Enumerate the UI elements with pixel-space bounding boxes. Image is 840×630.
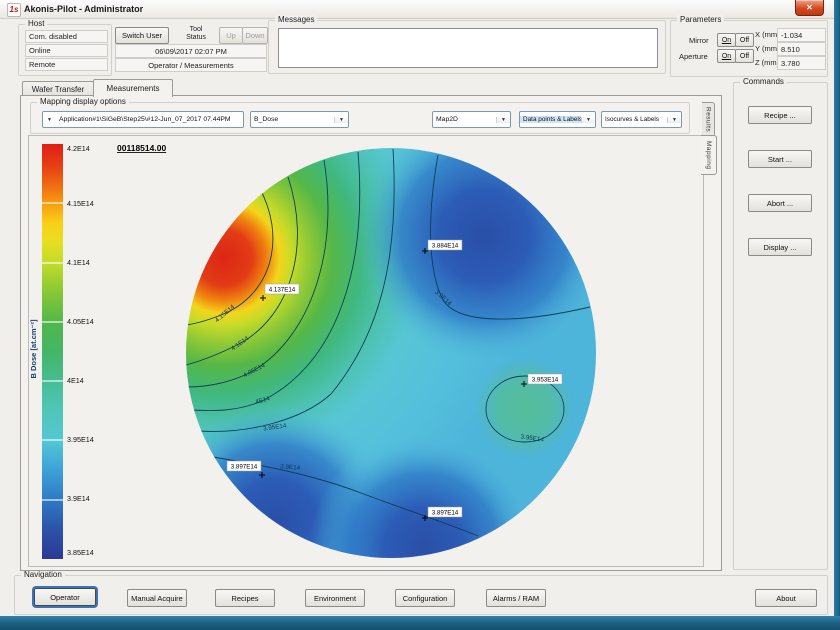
chevron-down-icon: ▼ [334, 117, 348, 123]
commands-group: Commands Recipe ... Start ... Abort ... … [733, 82, 828, 570]
tab-wafer-transfer[interactable]: Wafer Transfer [22, 81, 94, 96]
dataset-combo[interactable]: ▼ Application#1\SiGeB\Step25\#12-Jun_07_… [42, 111, 244, 128]
messages-group-label: Messages [275, 15, 317, 25]
mirror-off-button[interactable]: Off [735, 33, 754, 47]
isocurve-label: 3.9E14 [280, 463, 301, 471]
colorbar-tick-label: 3.9E14 [67, 494, 90, 503]
tool-status-label: Tool Status [180, 26, 212, 42]
mapping-options-label: Mapping display options [37, 97, 129, 107]
colorbar-tick-label: 3.85E14 [67, 548, 94, 557]
data-point-label: 4.137E14 [269, 287, 296, 294]
colorbar-tick-label: 4.15E14 [67, 199, 94, 208]
isocurves-mode-combo[interactable]: Isocurves & Labels ▼ [601, 111, 682, 128]
chevron-down-icon: ▼ [581, 117, 595, 123]
nav-recipes-button[interactable]: Recipes [215, 589, 275, 607]
colorbar-tick-label: 4.05E14 [67, 317, 94, 326]
wafer-map-panel: 4.2E14 4.15E14 4.1E14 4.05E14 4E14 3.95E… [28, 135, 704, 567]
colorbar-tick-label: 3.95E14 [67, 435, 94, 444]
abort-button[interactable]: Abort ... [748, 194, 812, 212]
start-button[interactable]: Start ... [748, 150, 812, 168]
host-com-status: Com. disabled [25, 30, 108, 43]
datetime-field: 06\09\2017 02:07 PM [115, 44, 267, 58]
nav-manual-acquire-button[interactable]: Manual Acquire [127, 589, 187, 607]
nav-environment-button[interactable]: Environment [305, 589, 365, 607]
dataset-combo-value: Application#1\SiGeB\Step25\#12-Jun_07_20… [56, 116, 243, 123]
window-frame-right [834, 0, 840, 630]
colorbar-tick-label: 4.2E14 [67, 144, 90, 153]
mirror-on-button[interactable]: On [717, 33, 736, 47]
points-mode-combo[interactable]: Data points & Labels ▼ [519, 111, 596, 128]
host-group: Host Com. disabled Online Remote [18, 24, 112, 76]
data-point-label: 3.897E14 [432, 510, 459, 517]
host-online-status: Online [25, 44, 108, 57]
parameters-group: Parameters Mirror On Off Aperture On Off… [670, 20, 828, 77]
application-window: 1s Akonis-Pilot - Administrator ✕ Host C… [0, 0, 834, 616]
wafer-map: 4.2E14 4.15E14 4.1E14 4.05E14 4E14 3.95E… [29, 136, 701, 564]
chevron-down-icon: ▼ [43, 117, 56, 123]
chevron-down-icon: ▼ [667, 117, 681, 123]
isocurves-mode-combo-value: Isocurves & Labels [602, 116, 667, 123]
host-remote-status: Remote [25, 58, 108, 71]
window-frame-bottom [0, 616, 840, 630]
y-axis-label: Y (mm) [755, 44, 779, 53]
aperture-off-button[interactable]: Off [735, 49, 754, 63]
data-point-label: 3.953E14 [532, 377, 559, 384]
about-button[interactable]: About [755, 589, 817, 607]
colorbar-tick-label: 4.1E14 [67, 258, 90, 267]
z-axis-label: Z (mm) [755, 58, 779, 67]
colorbar-tick-label: 4E14 [67, 376, 84, 385]
messages-group: Messages [268, 20, 666, 74]
recipe-button[interactable]: Recipe ... [748, 106, 812, 124]
colorbar [42, 144, 63, 559]
aperture-label: Aperture [679, 52, 708, 61]
measure-combo-value: B_Dose [251, 116, 334, 123]
nav-configuration-button[interactable]: Configuration [395, 589, 455, 607]
app-icon: 1s [7, 3, 21, 17]
x-axis-label: X (mm) [755, 30, 780, 39]
chevron-down-icon: ▼ [496, 117, 510, 123]
close-button[interactable]: ✕ [795, 0, 824, 16]
y-axis-value: 8.510 [777, 42, 826, 56]
wafer-disc: 4.15E14 4.1E14 4.05E14 4E14 3.95E14 3.9E… [186, 148, 596, 558]
navigation-group-label: Navigation [21, 570, 65, 580]
points-mode-combo-value: Data points & Labels [520, 116, 581, 123]
parameters-group-label: Parameters [677, 15, 724, 25]
window-title: Akonis-Pilot - Administrator [24, 0, 143, 18]
tool-down-button[interactable]: Down [242, 27, 268, 44]
nav-alarms-ram-button[interactable]: Alarms / RAM [486, 589, 546, 607]
commands-group-label: Commands [740, 77, 787, 87]
display-button[interactable]: Display ... [748, 238, 812, 256]
measure-combo[interactable]: B_Dose ▼ [250, 111, 349, 128]
z-axis-value: 3.780 [777, 56, 826, 70]
host-group-label: Host [25, 19, 47, 29]
messages-textarea[interactable] [278, 28, 658, 68]
mirror-label: Mirror [689, 36, 709, 45]
data-point-label: 3.897E14 [231, 464, 258, 471]
colorbar-axis-label: B Dose [at.cm⁻²] [29, 319, 38, 378]
mode-field: Operator / Measurements [115, 58, 267, 72]
x-axis-value: -1.034 [777, 28, 826, 42]
tool-up-button[interactable]: Up [219, 27, 243, 44]
nav-operator-button[interactable]: Operator [34, 588, 96, 606]
data-point-label: 3.884E14 [432, 243, 459, 250]
view-mode-combo-value: Map2D [433, 116, 496, 123]
wafer-id: 00118514.00 [117, 143, 166, 153]
aperture-on-button[interactable]: On [717, 49, 736, 63]
tab-measurements[interactable]: Measurements [93, 79, 173, 97]
side-tab-mapping[interactable]: Mapping [701, 135, 717, 175]
view-mode-combo[interactable]: Map2D ▼ [432, 111, 511, 128]
side-tab-results[interactable]: Results [702, 102, 715, 137]
navigation-group: Navigation Operator Manual Acquire Recip… [14, 575, 828, 615]
switch-user-button[interactable]: Switch User [115, 27, 169, 44]
